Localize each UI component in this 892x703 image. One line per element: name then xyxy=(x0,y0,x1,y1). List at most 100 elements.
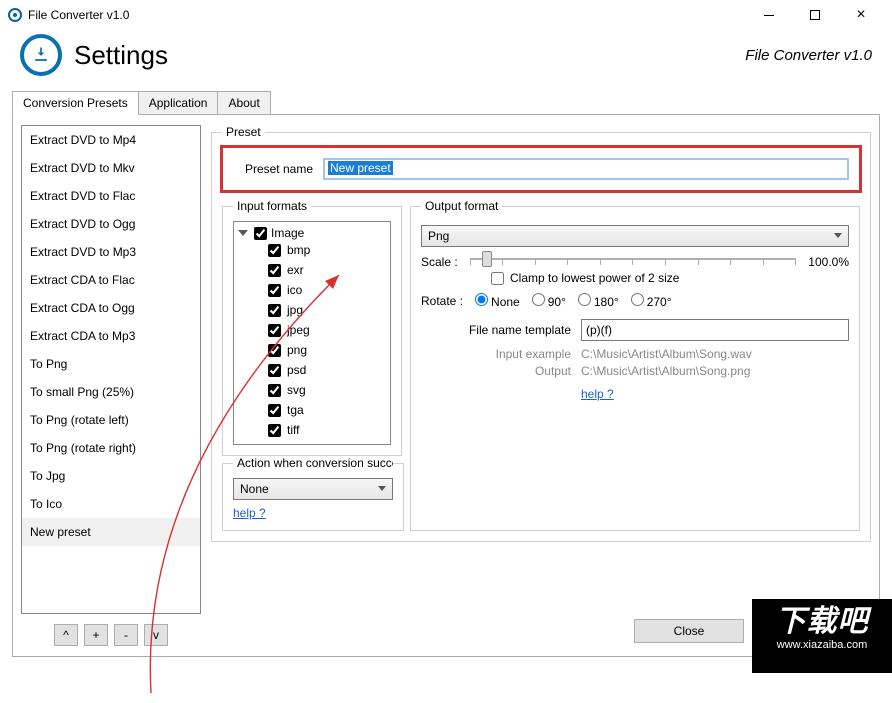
minimize-button[interactable] xyxy=(746,0,792,30)
preset-item[interactable]: Extract DVD to Mp3 xyxy=(22,238,200,266)
format-checkbox[interactable] xyxy=(268,364,281,377)
watermark: 下载吧 www.xiazaiba.com xyxy=(752,599,892,673)
preset-group: Preset Preset name New preset Input form… xyxy=(211,125,871,542)
format-checkbox[interactable] xyxy=(268,404,281,417)
preset-item[interactable]: To Png (rotate left) xyxy=(22,406,200,434)
format-item-bmp[interactable]: bmp xyxy=(268,240,386,260)
preset-item[interactable]: To Png xyxy=(22,350,200,378)
template-label: File name template xyxy=(421,323,571,337)
rotate-180[interactable]: 180° xyxy=(578,293,619,309)
remove-preset-button[interactable]: - xyxy=(114,624,138,646)
format-checkbox[interactable] xyxy=(268,284,281,297)
maximize-button[interactable] xyxy=(792,0,838,30)
output-format-group: Output format Png Scale : xyxy=(410,199,860,531)
format-checkbox[interactable] xyxy=(268,344,281,357)
output-help-link[interactable]: help ? xyxy=(581,387,614,401)
chevron-down-icon xyxy=(378,486,386,491)
tab-about[interactable]: About xyxy=(217,91,270,115)
tab-conversion-presets[interactable]: Conversion Presets xyxy=(12,91,139,115)
output-help-row: help ? xyxy=(421,381,849,401)
format-item-tiff[interactable]: tiff xyxy=(268,420,386,440)
watermark-url: www.xiazaiba.com xyxy=(752,639,892,651)
move-down-button[interactable]: v xyxy=(144,624,168,646)
template-input[interactable] xyxy=(581,319,849,341)
slider-thumb[interactable] xyxy=(482,251,492,267)
action-select[interactable]: None xyxy=(233,478,393,500)
preset-name-highlight: Preset name New preset xyxy=(220,145,862,193)
format-checkbox[interactable] xyxy=(268,304,281,317)
preset-item[interactable]: Extract DVD to Flac xyxy=(22,182,200,210)
format-checkbox[interactable] xyxy=(268,264,281,277)
preset-item[interactable]: To small Png (25%) xyxy=(22,378,200,406)
output-example-label: Output xyxy=(421,364,571,378)
format-item-svg[interactable]: svg xyxy=(268,380,386,400)
format-item-png[interactable]: png xyxy=(268,340,386,360)
preset-item[interactable]: Extract CDA to Flac xyxy=(22,266,200,294)
preset-item[interactable]: Extract DVD to Ogg xyxy=(22,210,200,238)
preset-item[interactable]: Extract DVD to Mkv xyxy=(22,154,200,182)
checkbox-image-root[interactable] xyxy=(254,227,267,240)
tab-body: Extract DVD to Mp4Extract DVD to MkvExtr… xyxy=(12,114,880,657)
preset-list-column: Extract DVD to Mp4Extract DVD to MkvExtr… xyxy=(21,125,201,646)
rotate-none[interactable]: None xyxy=(475,293,520,309)
clamp-checkbox[interactable] xyxy=(491,272,504,285)
move-up-button[interactable]: ^ xyxy=(54,624,78,646)
tree-root-image[interactable]: Image xyxy=(238,226,386,240)
close-button-wrap: Close xyxy=(634,619,744,643)
output-format-legend: Output format xyxy=(421,199,502,213)
input-formats-tree[interactable]: Image bmpexricojpgjpegpngpsdsvg tga tiff xyxy=(233,221,391,445)
close-icon: × xyxy=(856,6,865,24)
clamp-row: Clamp to lowest power of 2 size xyxy=(491,271,849,285)
preset-item[interactable]: Extract CDA to Mp3 xyxy=(22,322,200,350)
clamp-label: Clamp to lowest power of 2 size xyxy=(510,271,679,285)
close-button[interactable]: Close xyxy=(634,619,744,643)
output-format-select[interactable]: Png xyxy=(421,225,849,247)
format-checkbox[interactable] xyxy=(268,424,281,437)
add-preset-button[interactable]: + xyxy=(84,624,108,646)
header: Settings File Converter v1.0 xyxy=(0,30,892,90)
input-example-row: Input example C:\Music\Artist\Album\Song… xyxy=(421,347,849,361)
input-formats-column: Input formats Image bmpexricojpgjpegpngp… xyxy=(222,199,402,531)
format-item-psd[interactable]: psd xyxy=(268,360,386,380)
rotate-90[interactable]: 90° xyxy=(532,293,566,309)
preset-item[interactable]: To Jpg xyxy=(22,462,200,490)
input-formats-group: Input formats Image bmpexricojpgjpegpngp… xyxy=(222,199,402,456)
maximize-icon xyxy=(810,10,820,20)
page-title: Settings xyxy=(74,40,168,71)
chevron-down-icon xyxy=(834,233,842,238)
format-checkbox[interactable] xyxy=(268,244,281,257)
format-item-tga[interactable]: tga xyxy=(268,400,386,420)
preset-item[interactable]: Extract CDA to Ogg xyxy=(22,294,200,322)
preset-item[interactable]: Extract DVD to Mp4 xyxy=(22,126,200,154)
format-item-ico[interactable]: ico xyxy=(268,280,386,300)
scale-value: 100.0% xyxy=(808,255,849,269)
format-item-exr[interactable]: exr xyxy=(268,260,386,280)
preset-item[interactable]: To Png (rotate right) xyxy=(22,434,200,462)
tree-expand-icon[interactable] xyxy=(238,230,248,236)
template-row: File name template xyxy=(421,319,849,341)
format-checkbox[interactable] xyxy=(268,324,281,337)
format-item-jpg[interactable]: jpg xyxy=(268,300,386,320)
preset-list[interactable]: Extract DVD to Mp4Extract DVD to MkvExtr… xyxy=(21,125,201,614)
input-formats-legend: Input formats xyxy=(233,199,311,213)
preset-item[interactable]: New preset xyxy=(22,518,200,546)
tree-root-label: Image xyxy=(271,226,304,240)
preset-group-legend: Preset xyxy=(222,125,265,139)
scale-slider[interactable] xyxy=(470,258,797,260)
close-window-button[interactable]: × xyxy=(838,0,884,30)
format-checkbox[interactable] xyxy=(268,384,281,397)
preset-item[interactable]: To Ico xyxy=(22,490,200,518)
tab-application[interactable]: Application xyxy=(138,91,219,115)
watermark-text: 下载吧 xyxy=(752,599,892,639)
format-label: tiff xyxy=(287,423,299,437)
scale-row: Scale : 100.0% xyxy=(421,255,849,269)
format-label: tga xyxy=(287,403,304,417)
output-example-value: C:\Music\Artist\Album\Song.png xyxy=(581,364,750,378)
window-controls: × xyxy=(746,0,884,30)
app-logo-icon xyxy=(20,34,62,76)
preset-name-input[interactable]: New preset xyxy=(323,158,849,180)
action-help-link[interactable]: help ? xyxy=(233,506,266,520)
format-item-jpeg[interactable]: jpeg xyxy=(268,320,386,340)
preset-name-label: Preset name xyxy=(233,162,313,176)
rotate-270[interactable]: 270° xyxy=(631,293,672,309)
